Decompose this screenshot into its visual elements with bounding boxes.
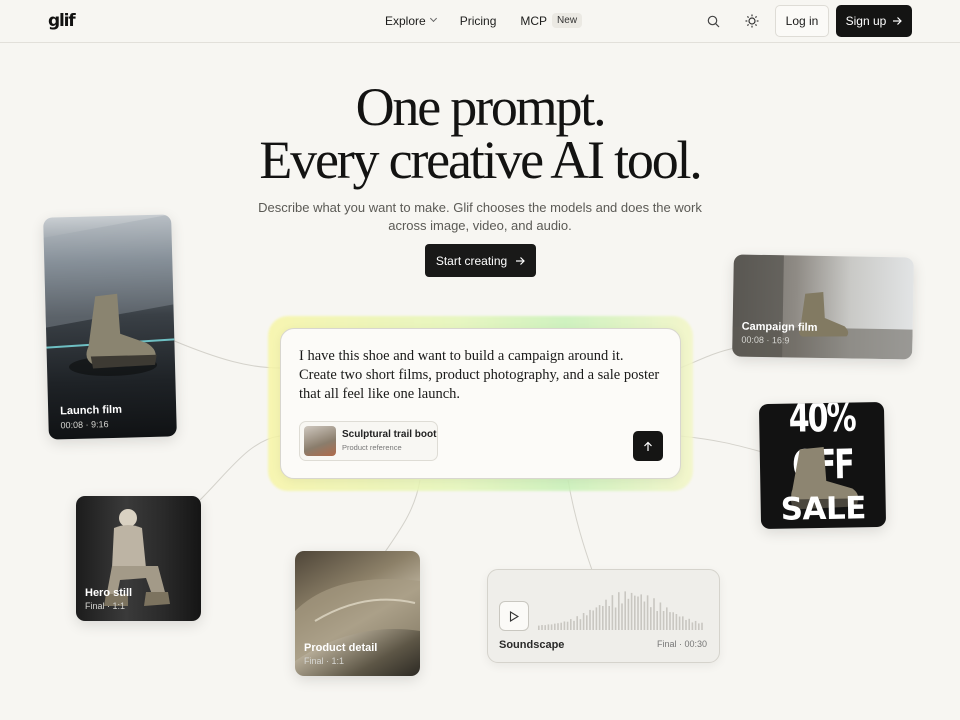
waveform-bar: [678, 616, 681, 630]
waveform-bar: [701, 622, 703, 630]
campaign-film-card[interactable]: Campaign film 00:08 · 16:9: [732, 254, 914, 360]
waveform-bar: [589, 609, 591, 630]
waveform-bar: [630, 592, 633, 630]
waveform-bar: [614, 607, 617, 630]
waveform-bar: [605, 599, 607, 630]
send-button[interactable]: [633, 431, 663, 461]
waveform-bar: [576, 616, 578, 630]
waveform-bar: [698, 623, 700, 630]
waveform-bar: [672, 612, 674, 630]
product-detail-card[interactable]: Product detail Final · 1:1: [295, 551, 420, 676]
waveform-bar: [682, 616, 684, 630]
waveform-bar: [573, 620, 575, 630]
waveform-bar: [640, 594, 642, 630]
waveform-bar: [643, 601, 646, 630]
waveform-bar: [694, 620, 697, 630]
hero-still-card[interactable]: Hero still Final · 1:1: [76, 496, 201, 621]
waveform-bar: [611, 595, 614, 630]
waveform-bar: [557, 623, 559, 630]
play-button[interactable]: [499, 601, 529, 631]
soundscape-card[interactable]: Soundscape Final · 00:30: [487, 569, 720, 663]
waveform-bar: [547, 624, 550, 630]
waveform-bar: [586, 615, 588, 630]
waveform-bar: [563, 621, 566, 630]
waveform-bar: [653, 598, 655, 630]
prompt-text[interactable]: I have this shoe and want to build a cam…: [299, 347, 664, 404]
waveform-bar: [669, 612, 671, 630]
waveform-bar: [554, 623, 556, 630]
attachment-subtitle: Product reference: [342, 443, 402, 452]
waveform-bar: [602, 605, 604, 630]
waveform-bar: [566, 621, 569, 630]
waveform-bar: [685, 619, 687, 630]
launch-film-card[interactable]: Launch film 00:08 · 9:16: [43, 214, 177, 440]
waveform-bar: [659, 602, 662, 630]
waveform-bar: [646, 595, 649, 630]
waveform-bar: [650, 607, 652, 630]
waveform-bar: [541, 625, 543, 630]
waveform-bar: [550, 624, 553, 630]
launch-film-label: Launch film: [60, 403, 123, 418]
prompt-card[interactable]: I have this shoe and want to build a cam…: [280, 328, 681, 479]
waveform-bar: [634, 595, 636, 630]
waveform-bar: [624, 591, 626, 630]
waveform-bar: [618, 592, 620, 630]
launch-film-meta: 00:08 · 9:16: [60, 419, 109, 431]
waveform-bar: [662, 610, 665, 630]
product-detail-meta: Final · 1:1: [304, 656, 345, 666]
waveform-bar: [598, 605, 601, 630]
waveform-bar: [675, 614, 678, 630]
campaign-film-label: Campaign film: [741, 320, 818, 334]
waveform-bar: [656, 611, 658, 630]
waveform-bar: [666, 607, 668, 630]
product-detail-label: Product detail: [304, 642, 378, 654]
waveform-bar: [538, 625, 540, 630]
hero-still-label: Hero still: [85, 587, 133, 599]
waveform-bar: [582, 612, 585, 630]
waveform-bar: [595, 607, 598, 630]
waveform-bar: [579, 619, 582, 630]
waveform: [538, 591, 703, 630]
waveform-bar: [570, 619, 572, 630]
sale-word-text: SALE: [780, 490, 867, 528]
waveform-bar: [608, 605, 610, 630]
waveform-bar: [627, 598, 630, 630]
play-icon: [509, 610, 519, 622]
arrow-up-icon: [644, 441, 652, 451]
boot-thumbnail: [304, 426, 336, 456]
attachment-chip[interactable]: Sculptural trail boot Product reference: [299, 421, 438, 461]
waveform-bar: [688, 618, 690, 630]
waveform-bar: [560, 622, 562, 630]
soundscape-label: Soundscape: [499, 639, 565, 651]
waveform-bar: [621, 603, 623, 630]
waveform-bar: [637, 596, 639, 630]
attachment-title: Sculptural trail boot: [342, 429, 437, 440]
waveform-bar: [592, 610, 594, 630]
waveform-bar: [544, 625, 546, 630]
waveform-bar: [691, 622, 694, 630]
hero-still-meta: Final · 1:1: [85, 601, 126, 611]
soundscape-meta: Final · 00:30: [656, 639, 707, 649]
campaign-film-meta: 00:08 · 16:9: [741, 334, 790, 346]
sale-poster-card[interactable]: 40% OFF SALE: [758, 401, 887, 530]
